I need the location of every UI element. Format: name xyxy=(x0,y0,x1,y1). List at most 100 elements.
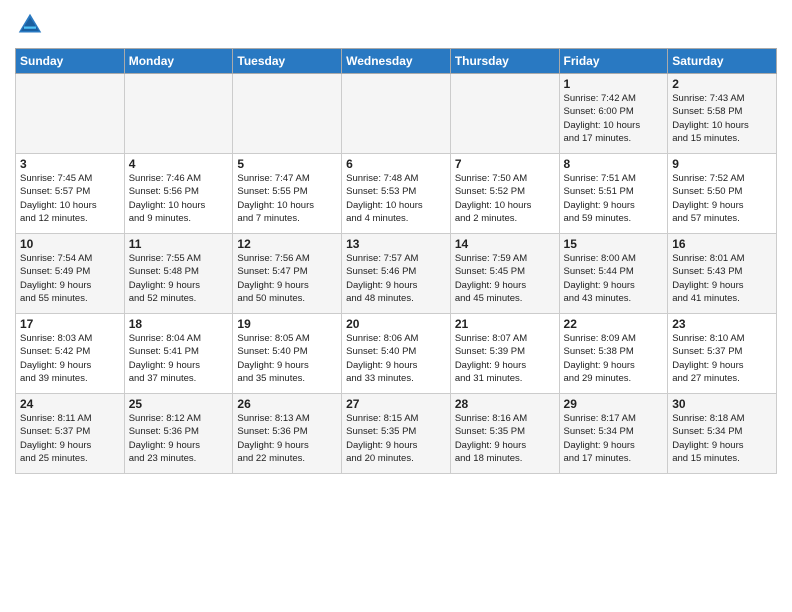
day-info: Sunrise: 8:18 AM Sunset: 5:34 PM Dayligh… xyxy=(672,412,772,465)
day-number: 2 xyxy=(672,77,772,91)
day-cell: 19Sunrise: 8:05 AM Sunset: 5:40 PM Dayli… xyxy=(233,314,342,394)
day-cell: 20Sunrise: 8:06 AM Sunset: 5:40 PM Dayli… xyxy=(342,314,451,394)
day-cell: 29Sunrise: 8:17 AM Sunset: 5:34 PM Dayli… xyxy=(559,394,668,474)
day-cell: 21Sunrise: 8:07 AM Sunset: 5:39 PM Dayli… xyxy=(450,314,559,394)
day-number: 20 xyxy=(346,317,446,331)
day-info: Sunrise: 8:17 AM Sunset: 5:34 PM Dayligh… xyxy=(564,412,664,465)
week-row-3: 17Sunrise: 8:03 AM Sunset: 5:42 PM Dayli… xyxy=(16,314,777,394)
day-info: Sunrise: 8:04 AM Sunset: 5:41 PM Dayligh… xyxy=(129,332,229,385)
day-cell: 5Sunrise: 7:47 AM Sunset: 5:55 PM Daylig… xyxy=(233,154,342,234)
day-cell: 25Sunrise: 8:12 AM Sunset: 5:36 PM Dayli… xyxy=(124,394,233,474)
day-cell: 1Sunrise: 7:42 AM Sunset: 6:00 PM Daylig… xyxy=(559,74,668,154)
day-cell: 22Sunrise: 8:09 AM Sunset: 5:38 PM Dayli… xyxy=(559,314,668,394)
day-cell: 13Sunrise: 7:57 AM Sunset: 5:46 PM Dayli… xyxy=(342,234,451,314)
week-row-4: 24Sunrise: 8:11 AM Sunset: 5:37 PM Dayli… xyxy=(16,394,777,474)
day-info: Sunrise: 8:09 AM Sunset: 5:38 PM Dayligh… xyxy=(564,332,664,385)
day-cell: 23Sunrise: 8:10 AM Sunset: 5:37 PM Dayli… xyxy=(668,314,777,394)
day-number: 18 xyxy=(129,317,229,331)
day-number: 15 xyxy=(564,237,664,251)
header-cell-sunday: Sunday xyxy=(16,49,125,74)
day-cell xyxy=(233,74,342,154)
day-info: Sunrise: 7:50 AM Sunset: 5:52 PM Dayligh… xyxy=(455,172,555,225)
day-number: 16 xyxy=(672,237,772,251)
day-number: 7 xyxy=(455,157,555,171)
day-cell: 8Sunrise: 7:51 AM Sunset: 5:51 PM Daylig… xyxy=(559,154,668,234)
day-cell xyxy=(450,74,559,154)
day-info: Sunrise: 7:57 AM Sunset: 5:46 PM Dayligh… xyxy=(346,252,446,305)
day-cell: 9Sunrise: 7:52 AM Sunset: 5:50 PM Daylig… xyxy=(668,154,777,234)
day-info: Sunrise: 7:55 AM Sunset: 5:48 PM Dayligh… xyxy=(129,252,229,305)
week-row-2: 10Sunrise: 7:54 AM Sunset: 5:49 PM Dayli… xyxy=(16,234,777,314)
day-info: Sunrise: 8:00 AM Sunset: 5:44 PM Dayligh… xyxy=(564,252,664,305)
day-number: 24 xyxy=(20,397,120,411)
day-info: Sunrise: 8:06 AM Sunset: 5:40 PM Dayligh… xyxy=(346,332,446,385)
day-number: 28 xyxy=(455,397,555,411)
day-cell: 10Sunrise: 7:54 AM Sunset: 5:49 PM Dayli… xyxy=(16,234,125,314)
day-number: 5 xyxy=(237,157,337,171)
day-cell: 24Sunrise: 8:11 AM Sunset: 5:37 PM Dayli… xyxy=(16,394,125,474)
day-info: Sunrise: 7:46 AM Sunset: 5:56 PM Dayligh… xyxy=(129,172,229,225)
day-cell: 11Sunrise: 7:55 AM Sunset: 5:48 PM Dayli… xyxy=(124,234,233,314)
day-cell: 12Sunrise: 7:56 AM Sunset: 5:47 PM Dayli… xyxy=(233,234,342,314)
day-info: Sunrise: 7:42 AM Sunset: 6:00 PM Dayligh… xyxy=(564,92,664,145)
logo-icon xyxy=(15,10,45,40)
day-number: 10 xyxy=(20,237,120,251)
day-info: Sunrise: 7:59 AM Sunset: 5:45 PM Dayligh… xyxy=(455,252,555,305)
day-number: 8 xyxy=(564,157,664,171)
day-cell: 16Sunrise: 8:01 AM Sunset: 5:43 PM Dayli… xyxy=(668,234,777,314)
week-row-0: 1Sunrise: 7:42 AM Sunset: 6:00 PM Daylig… xyxy=(16,74,777,154)
day-number: 25 xyxy=(129,397,229,411)
day-cell xyxy=(16,74,125,154)
header-cell-friday: Friday xyxy=(559,49,668,74)
header-cell-wednesday: Wednesday xyxy=(342,49,451,74)
day-cell: 15Sunrise: 8:00 AM Sunset: 5:44 PM Dayli… xyxy=(559,234,668,314)
day-info: Sunrise: 7:43 AM Sunset: 5:58 PM Dayligh… xyxy=(672,92,772,145)
day-number: 9 xyxy=(672,157,772,171)
day-info: Sunrise: 8:11 AM Sunset: 5:37 PM Dayligh… xyxy=(20,412,120,465)
header-cell-tuesday: Tuesday xyxy=(233,49,342,74)
day-info: Sunrise: 8:01 AM Sunset: 5:43 PM Dayligh… xyxy=(672,252,772,305)
day-number: 4 xyxy=(129,157,229,171)
header-cell-thursday: Thursday xyxy=(450,49,559,74)
day-number: 27 xyxy=(346,397,446,411)
day-cell: 27Sunrise: 8:15 AM Sunset: 5:35 PM Dayli… xyxy=(342,394,451,474)
day-number: 6 xyxy=(346,157,446,171)
page: SundayMondayTuesdayWednesdayThursdayFrid… xyxy=(0,0,792,484)
day-number: 3 xyxy=(20,157,120,171)
day-info: Sunrise: 7:56 AM Sunset: 5:47 PM Dayligh… xyxy=(237,252,337,305)
day-cell xyxy=(124,74,233,154)
day-cell: 2Sunrise: 7:43 AM Sunset: 5:58 PM Daylig… xyxy=(668,74,777,154)
day-info: Sunrise: 8:15 AM Sunset: 5:35 PM Dayligh… xyxy=(346,412,446,465)
day-number: 26 xyxy=(237,397,337,411)
day-cell: 14Sunrise: 7:59 AM Sunset: 5:45 PM Dayli… xyxy=(450,234,559,314)
day-cell: 17Sunrise: 8:03 AM Sunset: 5:42 PM Dayli… xyxy=(16,314,125,394)
day-number: 14 xyxy=(455,237,555,251)
day-cell: 7Sunrise: 7:50 AM Sunset: 5:52 PM Daylig… xyxy=(450,154,559,234)
day-info: Sunrise: 7:45 AM Sunset: 5:57 PM Dayligh… xyxy=(20,172,120,225)
day-info: Sunrise: 8:13 AM Sunset: 5:36 PM Dayligh… xyxy=(237,412,337,465)
header-cell-saturday: Saturday xyxy=(668,49,777,74)
day-cell: 3Sunrise: 7:45 AM Sunset: 5:57 PM Daylig… xyxy=(16,154,125,234)
week-row-1: 3Sunrise: 7:45 AM Sunset: 5:57 PM Daylig… xyxy=(16,154,777,234)
day-info: Sunrise: 8:10 AM Sunset: 5:37 PM Dayligh… xyxy=(672,332,772,385)
day-number: 29 xyxy=(564,397,664,411)
day-cell: 4Sunrise: 7:46 AM Sunset: 5:56 PM Daylig… xyxy=(124,154,233,234)
day-number: 19 xyxy=(237,317,337,331)
day-info: Sunrise: 7:54 AM Sunset: 5:49 PM Dayligh… xyxy=(20,252,120,305)
day-cell: 30Sunrise: 8:18 AM Sunset: 5:34 PM Dayli… xyxy=(668,394,777,474)
day-info: Sunrise: 8:12 AM Sunset: 5:36 PM Dayligh… xyxy=(129,412,229,465)
day-number: 1 xyxy=(564,77,664,91)
day-number: 23 xyxy=(672,317,772,331)
day-cell: 26Sunrise: 8:13 AM Sunset: 5:36 PM Dayli… xyxy=(233,394,342,474)
day-info: Sunrise: 8:03 AM Sunset: 5:42 PM Dayligh… xyxy=(20,332,120,385)
day-number: 11 xyxy=(129,237,229,251)
day-number: 13 xyxy=(346,237,446,251)
day-info: Sunrise: 7:51 AM Sunset: 5:51 PM Dayligh… xyxy=(564,172,664,225)
day-info: Sunrise: 7:52 AM Sunset: 5:50 PM Dayligh… xyxy=(672,172,772,225)
header xyxy=(15,10,777,40)
day-cell: 18Sunrise: 8:04 AM Sunset: 5:41 PM Dayli… xyxy=(124,314,233,394)
day-number: 22 xyxy=(564,317,664,331)
day-number: 12 xyxy=(237,237,337,251)
day-number: 21 xyxy=(455,317,555,331)
day-info: Sunrise: 8:07 AM Sunset: 5:39 PM Dayligh… xyxy=(455,332,555,385)
